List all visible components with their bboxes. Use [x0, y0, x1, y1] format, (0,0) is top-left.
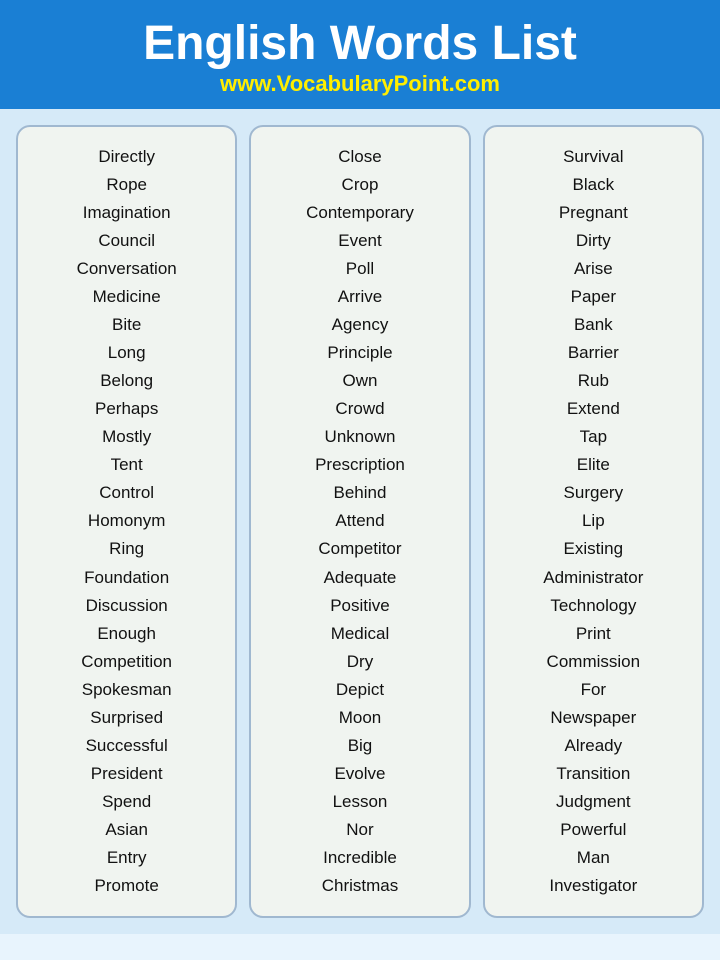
- list-item: Spend: [77, 788, 177, 816]
- list-item: Investigator: [543, 872, 643, 900]
- column-1: DirectlyRopeImaginationCouncilConversati…: [16, 125, 237, 918]
- list-item: Competitor: [306, 535, 414, 563]
- page-title: English Words List: [20, 18, 700, 71]
- list-item: Adequate: [306, 564, 414, 592]
- list-item: Surprised: [77, 704, 177, 732]
- list-item: Conversation: [77, 255, 177, 283]
- list-item: Mostly: [77, 423, 177, 451]
- list-item: Entry: [77, 844, 177, 872]
- list-item: Big: [306, 732, 414, 760]
- list-item: Ring: [77, 535, 177, 563]
- column-3: SurvivalBlackPregnantDirtyArisePaperBank…: [483, 125, 704, 918]
- list-item: Tap: [543, 423, 643, 451]
- list-item: Principle: [306, 339, 414, 367]
- list-item: Lesson: [306, 788, 414, 816]
- list-item: Control: [77, 479, 177, 507]
- list-item: Evolve: [306, 760, 414, 788]
- list-item: Crop: [306, 171, 414, 199]
- list-item: Moon: [306, 704, 414, 732]
- list-item: Enough: [77, 620, 177, 648]
- list-item: Transition: [543, 760, 643, 788]
- list-item: Medical: [306, 620, 414, 648]
- list-item: Positive: [306, 592, 414, 620]
- list-item: Bank: [543, 311, 643, 339]
- list-item: Medicine: [77, 283, 177, 311]
- list-item: Depict: [306, 676, 414, 704]
- list-item: Long: [77, 339, 177, 367]
- list-item: Successful: [77, 732, 177, 760]
- list-item: Powerful: [543, 816, 643, 844]
- website-url: www.VocabularyPoint.com: [20, 71, 700, 97]
- list-item: Print: [543, 620, 643, 648]
- list-item: Technology: [543, 592, 643, 620]
- list-item: Incredible: [306, 844, 414, 872]
- list-item: Arise: [543, 255, 643, 283]
- list-item: Poll: [306, 255, 414, 283]
- list-item: Lip: [543, 507, 643, 535]
- list-item: Homonym: [77, 507, 177, 535]
- list-item: Nor: [306, 816, 414, 844]
- list-item: Existing: [543, 535, 643, 563]
- column-2: CloseCropContemporaryEventPollArriveAgen…: [249, 125, 470, 918]
- list-item: Newspaper: [543, 704, 643, 732]
- list-item: Rub: [543, 367, 643, 395]
- list-item: Paper: [543, 283, 643, 311]
- list-item: Crowd: [306, 395, 414, 423]
- list-item: Own: [306, 367, 414, 395]
- list-item: Christmas: [306, 872, 414, 900]
- list-item: Prescription: [306, 451, 414, 479]
- list-item: Asian: [77, 816, 177, 844]
- list-item: Attend: [306, 507, 414, 535]
- list-item: Dry: [306, 648, 414, 676]
- list-item: Council: [77, 227, 177, 255]
- list-item: Pregnant: [543, 199, 643, 227]
- list-item: Competition: [77, 648, 177, 676]
- list-item: Event: [306, 227, 414, 255]
- list-item: Man: [543, 844, 643, 872]
- list-item: Dirty: [543, 227, 643, 255]
- list-item: Imagination: [77, 199, 177, 227]
- list-item: Arrive: [306, 283, 414, 311]
- list-item: Behind: [306, 479, 414, 507]
- list-item: Perhaps: [77, 395, 177, 423]
- list-item: Discussion: [77, 592, 177, 620]
- list-item: Spokesman: [77, 676, 177, 704]
- list-item: Surgery: [543, 479, 643, 507]
- list-item: Foundation: [77, 564, 177, 592]
- list-item: Promote: [77, 872, 177, 900]
- content-area: DirectlyRopeImaginationCouncilConversati…: [0, 109, 720, 934]
- list-item: Barrier: [543, 339, 643, 367]
- list-item: Survival: [543, 143, 643, 171]
- list-item: For: [543, 676, 643, 704]
- list-item: Tent: [77, 451, 177, 479]
- list-item: Commission: [543, 648, 643, 676]
- list-item: Extend: [543, 395, 643, 423]
- list-item: President: [77, 760, 177, 788]
- list-item: Already: [543, 732, 643, 760]
- list-item: Rope: [77, 171, 177, 199]
- list-item: Bite: [77, 311, 177, 339]
- list-item: Black: [543, 171, 643, 199]
- list-item: Belong: [77, 367, 177, 395]
- list-item: Agency: [306, 311, 414, 339]
- list-item: Elite: [543, 451, 643, 479]
- header: English Words List www.VocabularyPoint.c…: [0, 0, 720, 109]
- list-item: Close: [306, 143, 414, 171]
- list-item: Unknown: [306, 423, 414, 451]
- list-item: Contemporary: [306, 199, 414, 227]
- list-item: Judgment: [543, 788, 643, 816]
- list-item: Administrator: [543, 564, 643, 592]
- list-item: Directly: [77, 143, 177, 171]
